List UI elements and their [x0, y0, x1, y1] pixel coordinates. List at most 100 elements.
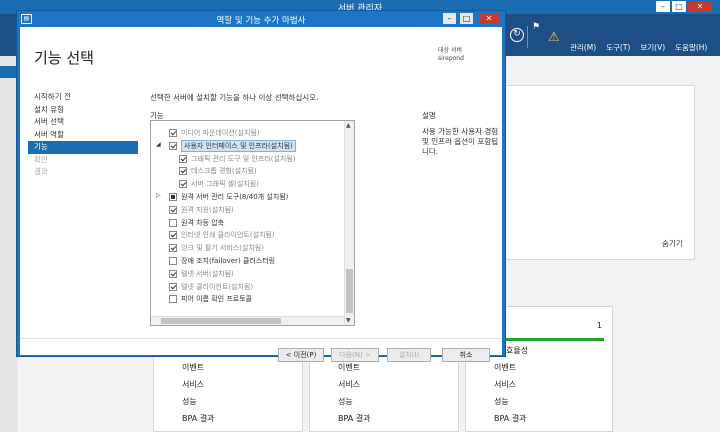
feature-item[interactable]: 잉크 및 필기 서비스(설치됨) [151, 242, 343, 255]
tile-link-events[interactable]: 이벤트 [494, 359, 527, 376]
feature-label: 장애 조치(failover) 클러스터링 [181, 256, 276, 265]
destination-server: 대상 서버 sirepond [438, 47, 464, 63]
feature-label: 피어 이름 확인 프로토콜 [181, 295, 253, 304]
tile-link-performance[interactable]: 성능 [338, 393, 371, 410]
destination-server-name: sirepond [438, 55, 464, 62]
wizard-title: 역할 및 기능 추가 마법사 [216, 16, 306, 26]
feature-label: 텔넷 클라이언트(설치됨) [181, 282, 254, 291]
scroll-up-icon[interactable]: ▲ [346, 122, 351, 129]
tile-status-bar [496, 338, 604, 341]
feature-checkbox[interactable] [169, 218, 177, 227]
wizard-step[interactable]: 시작하기 전 [28, 91, 138, 104]
tile-link-bpa[interactable]: BPA 결과 [338, 410, 371, 427]
tile-link-bpa[interactable]: BPA 결과 [182, 410, 215, 427]
feature-checkbox[interactable] [169, 244, 177, 253]
feature-label: 서버 그래픽 셸(설치됨) [191, 180, 259, 189]
instruction-text: 선택한 서버에 설치할 기능을 하나 이상 선택하십시오. [150, 93, 319, 102]
feature-item[interactable]: 텔넷 클라이언트(설치됨) [151, 281, 343, 294]
feature-label: 그래픽 관리 도구 및 인프라(설치됨) [191, 154, 296, 163]
feature-checkbox[interactable] [179, 167, 187, 176]
wizard-step: 결과 [34, 167, 48, 176]
menu-manage[interactable]: 관리(M) [570, 42, 596, 53]
menu-tools[interactable]: 도구(T) [606, 42, 630, 53]
feature-item[interactable]: 원격 지원(설치됨) [151, 204, 343, 217]
scroll-down-icon[interactable]: ▼ [346, 317, 351, 324]
wizard-steps: 시작하기 전 설치 유형 서버 선택 서버 역할 기능 확인결과 [28, 91, 138, 179]
toolbar-divider [527, 26, 528, 48]
horizontal-scroll-thumb[interactable] [161, 318, 281, 324]
feature-item[interactable]: 미디어 파운데이션(설치됨) [151, 127, 343, 140]
tile-link-services[interactable]: 서비스 [338, 376, 371, 393]
feature-item[interactable]: 그래픽 관리 도구 및 인프라(설치됨) [151, 153, 343, 166]
feature-item[interactable]: 텔넷 서버(설치됨) [151, 268, 343, 281]
cancel-button[interactable]: 취소 [442, 348, 490, 362]
close-icon[interactable]: ✕ [688, 1, 712, 12]
feature-item[interactable]: 피어 이름 확인 프로토콜 [151, 293, 343, 306]
tile-count: 1 [596, 321, 602, 330]
feature-item[interactable]: 서버 그래픽 셸(설치됨) [151, 178, 343, 191]
hide-link[interactable]: 숨기기 [662, 238, 683, 249]
minimize-icon[interactable]: – [443, 13, 456, 24]
feature-checkbox[interactable] [179, 180, 187, 189]
maximize-icon[interactable]: □ [672, 1, 686, 12]
feature-checkbox[interactable] [169, 129, 177, 137]
tile-link-bpa[interactable]: BPA 결과 [494, 410, 527, 427]
feature-item[interactable]: 원격 차등 압축 [151, 217, 343, 230]
next-button[interactable]: 다음(N) > [331, 348, 379, 362]
feature-item[interactable]: ▷ 원격 서버 관리 도구(8/40개 설치됨) [151, 191, 343, 204]
feature-checkbox[interactable] [169, 295, 177, 304]
tile-links: 이벤트 서비스 성능 BPA 결과 [182, 359, 215, 427]
feature-item[interactable]: 장애 조치(failover) 클러스터링 [151, 255, 343, 268]
wizard-step[interactable]: 기능 [28, 141, 138, 154]
tile-link-performance[interactable]: 성능 [182, 393, 215, 410]
expand-arrow-icon[interactable]: ▷ [156, 192, 161, 199]
wizard-client-area: 기능 선택 대상 서버 sirepond 시작하기 전 설치 유형 서버 선택 서버 … [20, 27, 502, 362]
feature-item[interactable]: 데스크톱 경험(설치됨) [151, 165, 343, 178]
feature-checkbox[interactable] [169, 282, 177, 291]
feature-checkbox[interactable] [169, 205, 177, 214]
wizard-step[interactable]: 서버 역할 [28, 129, 138, 142]
footer-divider [20, 338, 502, 339]
feature-tree[interactable]: 미디어 파운데이션(설치됨) ◢ 사용자 인터페이스 및 인프라(설치됨) 그래픽 관… [150, 120, 355, 326]
feature-label: 인터넷 인쇄 클라이언트(설치됨) [181, 231, 275, 240]
feature-checkbox[interactable] [169, 231, 177, 240]
scroll-thumb[interactable] [346, 269, 353, 313]
menu-view[interactable]: 보기(V) [640, 42, 665, 53]
feature-checkbox[interactable] [169, 192, 177, 201]
refresh-icon[interactable]: ↻ [510, 28, 524, 42]
feature-checkbox[interactable] [169, 256, 177, 265]
feature-items: 미디어 파운데이션(설치됨) ◢ 사용자 인터페이스 및 인프라(설치됨) 그래픽 관… [151, 127, 343, 306]
wizard-step[interactable]: 설치 유형 [28, 104, 138, 117]
tile-link-events[interactable]: 이벤트 [182, 359, 215, 376]
install-button[interactable]: 설치(I) [387, 348, 431, 362]
feature-checkbox[interactable] [179, 154, 187, 163]
feature-item[interactable]: ◢ 사용자 인터페이스 및 인프라(설치됨) [151, 139, 343, 153]
destination-label: 대상 서버 [438, 47, 462, 54]
close-icon[interactable]: ✕ [479, 13, 499, 24]
maximize-icon[interactable]: □ [460, 13, 473, 24]
feature-label: 사용자 인터페이스 및 인프라(설치됨) [181, 139, 296, 152]
tile-link-services[interactable]: 서비스 [494, 376, 527, 393]
flag-icon[interactable]: ⚑ [532, 22, 540, 32]
feature-item[interactable]: 인터넷 인쇄 클라이언트(설치됨) [151, 229, 343, 242]
collapse-arrow-icon[interactable]: ◢ [156, 141, 161, 148]
tile-link-performance[interactable]: 성능 [494, 393, 527, 410]
tile-link-services[interactable]: 서비스 [182, 376, 215, 393]
description-text: 사용 가능한 사용자 경험 및 인프라 옵션이 포함됩니다. [422, 127, 499, 156]
feature-label: 미디어 파운데이션(설치됨) [181, 129, 260, 137]
feature-checkbox[interactable] [169, 141, 177, 150]
vertical-scrollbar[interactable]: ▲ ▼ [344, 121, 354, 325]
warning-icon[interactable]: ⚠ [548, 30, 560, 45]
menu-help[interactable]: 도움말(H) [675, 42, 707, 53]
wizard-step: 확인 [34, 154, 48, 164]
tile-links: 이벤트 서비스 성능 BPA 결과 [494, 359, 527, 427]
add-roles-features-wizard: ▤ 역할 및 기능 추가 마법사 – □ ✕ 기능 선택 대상 서버 sirep… [16, 10, 506, 362]
horizontal-scrollbar[interactable] [151, 316, 344, 325]
feature-checkbox[interactable] [169, 269, 177, 278]
tile-status-text[interactable]: 효율성 [506, 345, 528, 356]
wizard-step[interactable]: 서버 선택 [28, 116, 138, 129]
description-label: 설명 [422, 111, 436, 120]
server-manager-menu: 관리(M) 도구(T) 보기(V) 도움말(H) [570, 42, 707, 53]
minimize-icon[interactable]: – [656, 1, 670, 12]
previous-button[interactable]: < 이전(P) [278, 348, 324, 362]
